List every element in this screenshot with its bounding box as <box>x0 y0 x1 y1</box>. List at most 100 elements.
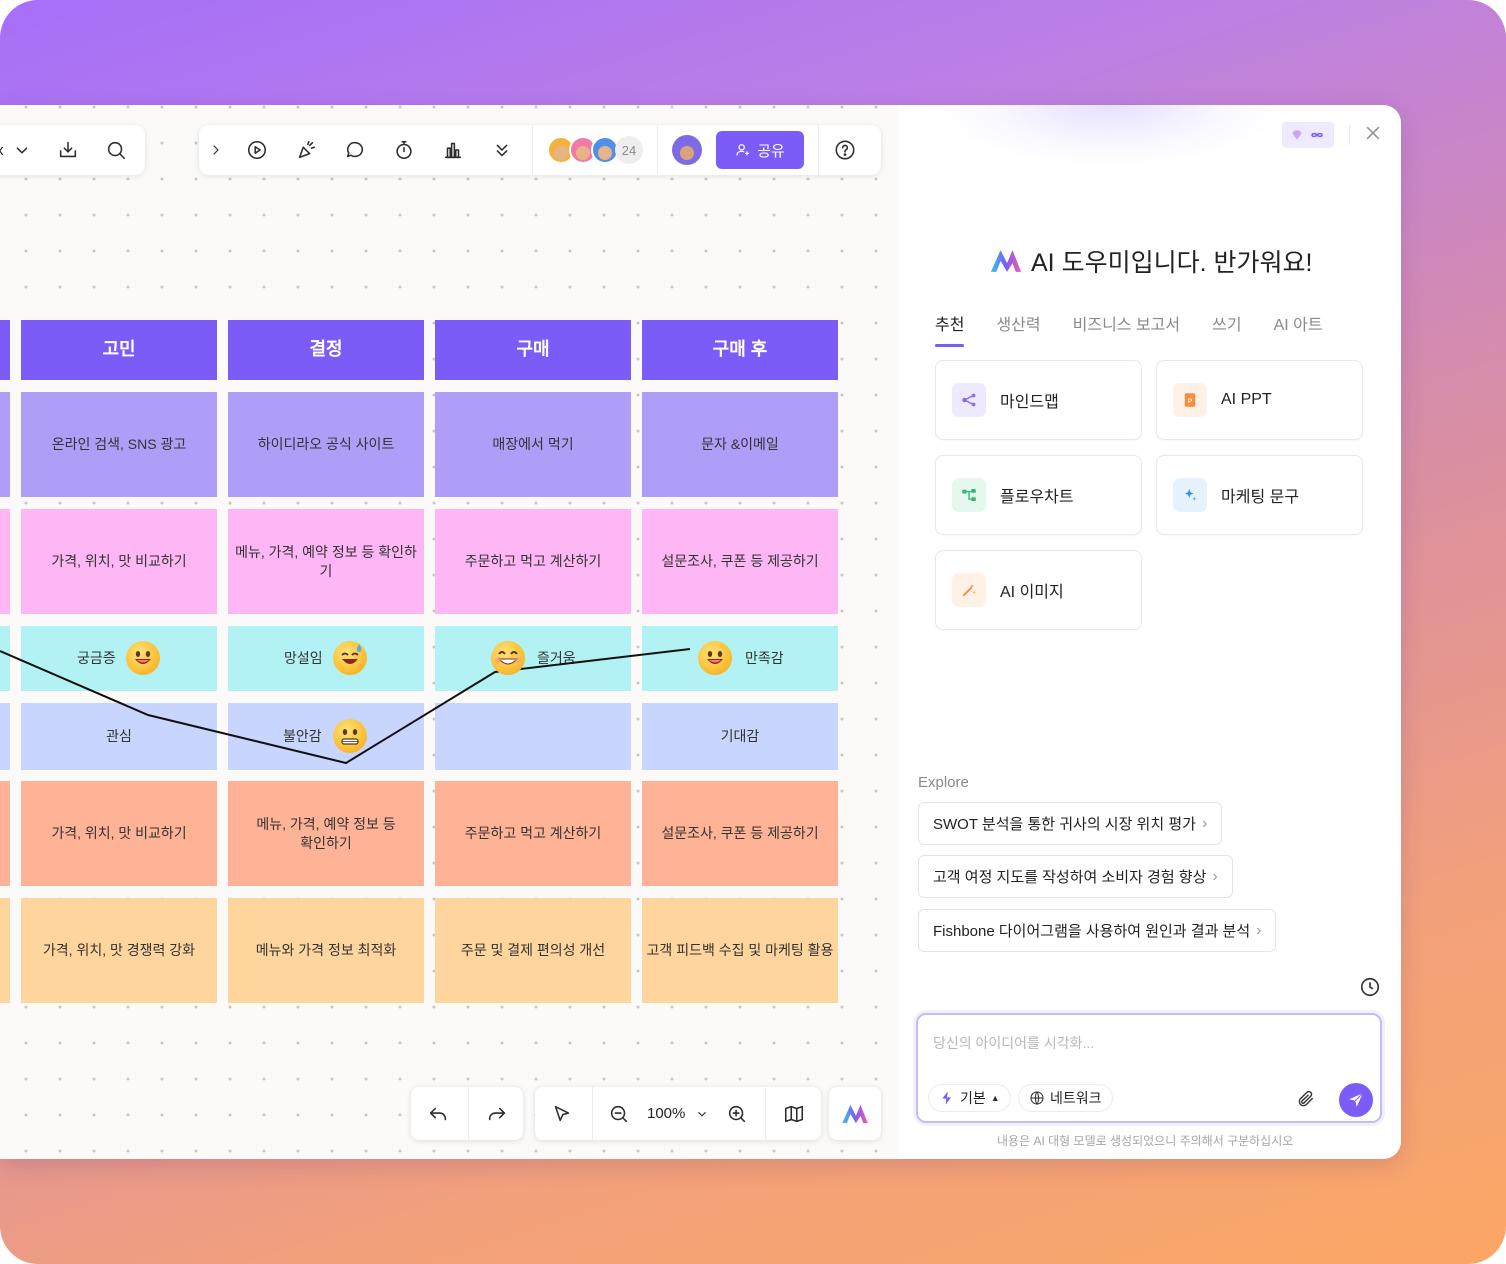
play-icon[interactable] <box>243 136 271 164</box>
zoom-level-select[interactable]: 100% <box>647 1105 709 1122</box>
opportunity-cell[interactable]: 메뉴와 가격 정보 최적화 <box>228 898 424 1003</box>
stage-header-purchase[interactable]: 구매 <box>435 320 631 380</box>
map-icon[interactable] <box>780 1100 808 1128</box>
painpoint-cell[interactable]: 주문하고 먹고 계산하기 <box>435 781 631 886</box>
network-toggle[interactable]: 네트워크 <box>1018 1084 1113 1112</box>
prompt-input[interactable]: 당신의 아이디어를 시각화... 기본 ▲ 네트워크 <box>916 1013 1382 1123</box>
history-toolbar <box>411 1087 523 1140</box>
beaming-emoji-icon <box>491 641 525 675</box>
close-icon[interactable] <box>1363 123 1387 147</box>
partial-column-header <box>0 320 10 380</box>
tab-business-report[interactable]: 비즈니스 보고서 <box>1073 311 1181 347</box>
partial-cell <box>0 509 10 614</box>
marketing-copy-card[interactable]: 마케팅 문구 <box>1156 455 1363 535</box>
feeling-cell[interactable]: 불안감 <box>228 703 424 770</box>
help-icon[interactable] <box>831 136 859 164</box>
file-name-partial[interactable]: x <box>0 142 4 159</box>
sparkle-icon <box>1173 478 1207 512</box>
attachment-icon[interactable] <box>1296 1089 1316 1109</box>
celebrate-icon[interactable] <box>292 136 320 164</box>
network-label: 네트워크 <box>1050 1090 1102 1106</box>
download-icon[interactable] <box>54 136 82 164</box>
opportunity-cell[interactable]: 고객 피드백 수집 및 마케팅 활용 <box>642 898 838 1003</box>
tab-recommended[interactable]: 추천 <box>935 311 965 347</box>
opportunity-cell[interactable]: 주문 및 결제 편의성 개선 <box>435 898 631 1003</box>
explore-suggestion[interactable]: 고객 여정 지도를 작성하여 소비자 경험 향상 › <box>918 855 1233 898</box>
suggestion-text: 고객 여정 지도를 작성하여 소비자 경험 향상 <box>933 869 1207 886</box>
ai-logo-icon <box>990 250 1022 272</box>
partial-cell <box>0 898 10 1003</box>
zoom-level: 100% <box>647 1105 686 1122</box>
chevron-right-icon: › <box>1212 867 1218 885</box>
action-cell[interactable]: 주문하고 먹고 계산하기 <box>435 509 631 614</box>
flowchart-card[interactable]: 플로우차트 <box>935 455 1142 535</box>
mindmap-card[interactable]: 마인드맵 <box>935 360 1142 440</box>
card-label: AI PPT <box>1221 391 1272 408</box>
emotion-cell[interactable]: 즐거움 <box>435 626 631 691</box>
share-button[interactable]: 공유 <box>716 131 804 169</box>
collaborator-avatars[interactable]: 24 <box>547 136 643 164</box>
whiteboard-canvas[interactable]: x <box>0 105 899 1159</box>
touchpoint-cell[interactable]: 문자 &이메일 <box>642 392 838 497</box>
chevron-down-icon[interactable] <box>8 136 36 164</box>
emotion-cell[interactable]: 만족감 <box>642 626 838 691</box>
touchpoint-cell[interactable]: 하이디라오 공식 사이트 <box>228 392 424 497</box>
action-cell[interactable]: 설문조사, 쿠폰 등 제공하기 <box>642 509 838 614</box>
unlimited-badge[interactable] <box>1282 122 1334 148</box>
action-cell[interactable]: 메뉴, 가격, 예약 정보 등 확인하기 <box>228 509 424 614</box>
history-clock-icon[interactable] <box>1359 976 1381 998</box>
current-user-avatar[interactable] <box>672 135 702 165</box>
feeling-cell[interactable] <box>435 703 631 770</box>
collab-toolbar: 24 공유 <box>199 125 881 175</box>
feeling-cell[interactable]: 관심 <box>21 703 217 770</box>
action-cell[interactable]: 가격, 위치, 맛 비교하기 <box>21 509 217 614</box>
explore-suggestion[interactable]: Fishbone 다이어그램을 사용하여 원인과 결과 분석 › <box>918 909 1277 952</box>
select-icon[interactable] <box>548 1100 576 1128</box>
ai-image-card[interactable]: AI 이미지 <box>935 550 1142 630</box>
emotion-cell[interactable]: 망설임 <box>228 626 424 691</box>
search-icon[interactable] <box>102 136 130 164</box>
comment-icon[interactable] <box>341 136 369 164</box>
ai-ppt-card[interactable]: P AI PPT <box>1156 360 1363 440</box>
vote-icon[interactable] <box>439 136 467 164</box>
more-icon[interactable] <box>488 136 516 164</box>
send-button[interactable] <box>1339 1083 1373 1117</box>
touchpoint-cell[interactable]: 매장에서 먹기 <box>435 392 631 497</box>
tab-productivity[interactable]: 생산력 <box>996 311 1040 347</box>
partial-cell <box>0 703 10 770</box>
stage-header-post-purchase[interactable]: 구매 후 <box>642 320 838 380</box>
touchpoint-cell[interactable]: 온라인 검색, SNS 광고 <box>21 392 217 497</box>
opportunity-cell[interactable]: 가격, 위치, 맛 경쟁력 강화 <box>21 898 217 1003</box>
emotion-label: 망설임 <box>284 650 323 667</box>
chevron-right-icon[interactable] <box>205 136 227 164</box>
chevron-down-icon <box>698 1111 707 1117</box>
tab-writing[interactable]: 쓰기 <box>1212 311 1241 347</box>
collaborator-count[interactable]: 24 <box>615 136 643 164</box>
stage-header-consider[interactable]: 고민 <box>21 320 217 380</box>
share-label: 공유 <box>757 142 785 160</box>
feeling-cell[interactable]: 기대감 <box>642 703 838 770</box>
globe-icon <box>1030 1091 1044 1105</box>
grinning-emoji-icon <box>126 641 160 675</box>
redo-icon[interactable] <box>483 1100 511 1128</box>
zoom-out-icon[interactable] <box>605 1100 633 1128</box>
painpoint-cell[interactable]: 메뉴, 가격, 예약 정보 등 확인하기 <box>228 781 424 886</box>
ai-assistant-toggle[interactable] <box>829 1087 881 1140</box>
zoom-in-icon[interactable] <box>723 1100 751 1128</box>
explore-suggestion[interactable]: SWOT 분석을 통한 귀사의 시장 위치 평가 › <box>918 802 1223 845</box>
flowchart-icon <box>952 478 986 512</box>
infinity-icon <box>1310 132 1323 138</box>
timer-icon[interactable] <box>390 136 418 164</box>
emotion-label: 만족감 <box>745 650 784 667</box>
painpoint-cell[interactable]: 가격, 위치, 맛 비교하기 <box>21 781 217 886</box>
tab-ai-art[interactable]: AI 아트 <box>1274 311 1323 347</box>
stage-header-decide[interactable]: 결정 <box>228 320 424 380</box>
chevron-right-icon: › <box>1256 921 1262 939</box>
emotion-cell[interactable]: 궁금증 <box>21 626 217 691</box>
painpoint-cell[interactable]: 설문조사, 쿠폰 등 제공하기 <box>642 781 838 886</box>
chevron-right-icon: › <box>1201 814 1208 832</box>
mode-select[interactable]: 기본 ▲ <box>928 1084 1011 1112</box>
partial-cell <box>0 392 10 497</box>
header-divider <box>1349 125 1350 145</box>
undo-icon[interactable] <box>424 1100 452 1128</box>
